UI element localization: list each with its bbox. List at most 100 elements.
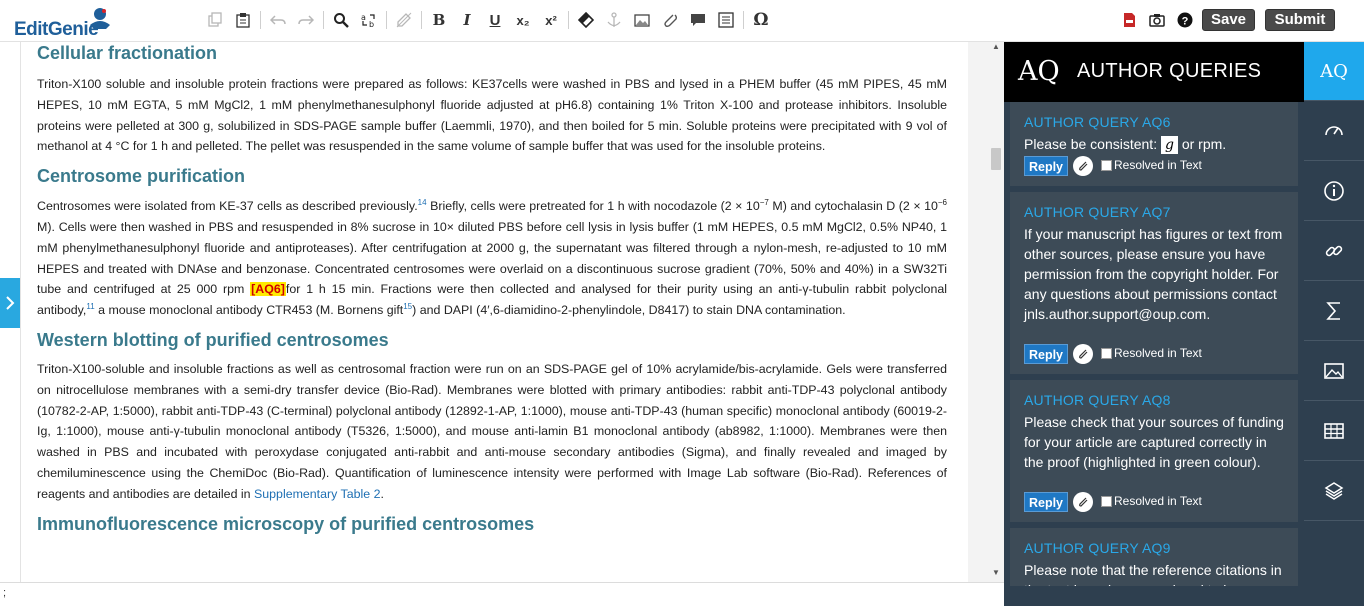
attach-icon[interactable] [1073, 492, 1093, 512]
reference-citation[interactable]: 14 [418, 198, 427, 207]
paragraph[interactable]: Centrosomes were isolated from KE-37 cel… [37, 196, 947, 321]
aq-tab-label: AQ [1320, 60, 1348, 82]
left-panel-toggle[interactable] [0, 278, 20, 328]
text-span: ) and DAPI (4′,6-diamidino-2-phenylindol… [412, 303, 846, 318]
figures-tab[interactable] [1304, 342, 1364, 401]
author-queries-tab[interactable]: AQ [1304, 42, 1364, 101]
insert-image-icon[interactable] [631, 9, 653, 31]
sigma-icon [1326, 302, 1340, 320]
reference-citation[interactable]: 11 [86, 302, 94, 311]
supplementary-table-link[interactable]: Supplementary Table 2 [254, 487, 381, 501]
attach-icon[interactable] [1073, 156, 1093, 176]
document-editor[interactable]: Cellular fractionation Triton-X100 solub… [20, 42, 988, 582]
panel-title: AUTHOR QUERIES [1077, 60, 1262, 82]
scroll-up-icon[interactable]: ▲ [992, 42, 1000, 51]
subscript-button[interactable]: x₂ [512, 9, 534, 31]
query-text: If your manuscript has figures or text f… [1024, 226, 1283, 322]
paste-icon[interactable] [232, 9, 254, 31]
svg-text:?: ? [1182, 16, 1189, 28]
link-icon [1325, 245, 1343, 257]
save-button[interactable]: Save [1202, 9, 1255, 31]
document-content[interactable]: Cellular fractionation Triton-X100 solub… [37, 42, 947, 535]
layers-icon [1324, 482, 1344, 500]
reply-button[interactable]: Reply [1024, 344, 1068, 364]
comment-icon[interactable] [687, 9, 709, 31]
exponent: −6 [937, 198, 947, 208]
special-characters-button[interactable]: Ω [750, 9, 772, 31]
layers-tab[interactable] [1304, 462, 1364, 521]
scrollbar-thumb[interactable] [991, 148, 1001, 170]
redo-icon[interactable] [295, 9, 317, 31]
paragraph[interactable]: Triton-X100 soluble and insoluble protei… [37, 74, 947, 157]
toolbar-divider [260, 11, 261, 29]
author-queries-header: AQ AUTHOR QUERIES [1004, 42, 1304, 102]
svg-text:b: b [369, 20, 374, 28]
dashboard-tab[interactable] [1304, 102, 1364, 161]
attach-icon[interactable] [1073, 344, 1093, 364]
text-span: . [380, 486, 384, 501]
exponent: −7 [759, 198, 769, 208]
bold-button[interactable]: B [428, 9, 450, 31]
query-title: AUTHOR QUERY AQ8 [1024, 392, 1171, 408]
status-text: ; [3, 587, 7, 599]
query-unit-chip: g [1160, 136, 1178, 154]
resolved-label: Resolved in Text [1114, 346, 1202, 360]
reference-citation[interactable]: 15 [403, 302, 412, 311]
query-text: Please check that your sources of fundin… [1024, 414, 1284, 470]
text-span: Centrosomes were isolated from KE-37 cel… [37, 199, 418, 214]
tables-tab[interactable] [1304, 402, 1364, 461]
submit-button[interactable]: Submit [1265, 9, 1335, 31]
info-tab[interactable] [1304, 162, 1364, 221]
pdf-icon[interactable] [1118, 9, 1140, 31]
document-scrollbar[interactable]: ▲ ▼ [988, 42, 1004, 582]
paragraph[interactable]: Triton-X100-soluble and insoluble fracti… [37, 359, 947, 505]
document-panel-icon[interactable] [715, 9, 737, 31]
query-title: AUTHOR QUERY AQ6 [1024, 114, 1171, 130]
scroll-down-icon[interactable]: ▼ [992, 568, 1000, 577]
query-text: Please note that the reference citations… [1024, 562, 1282, 586]
toolbar-divider [386, 11, 387, 29]
find-replace-icon[interactable]: ab [358, 9, 380, 31]
text-span: Triton-X100-soluble and insoluble fracti… [37, 361, 947, 501]
superscript-button[interactable]: x² [540, 9, 562, 31]
clear-format-icon[interactable] [575, 9, 597, 31]
side-tool-bar: AQ [1304, 42, 1364, 606]
resolved-checkbox[interactable]: Resolved in Text [1101, 494, 1202, 508]
search-icon[interactable] [330, 9, 352, 31]
section-heading: Western blotting of purified centrosomes [37, 329, 389, 350]
author-queries-panel: AQ AUTHOR QUERIES AUTHOR QUERY AQ6 Pleas… [1004, 42, 1304, 606]
text-span: or rpm. [1177, 136, 1227, 152]
equations-tab[interactable] [1304, 282, 1364, 341]
checkbox[interactable] [1101, 159, 1112, 171]
text-span: Please be consistent: [1024, 136, 1161, 152]
italic-button[interactable]: I [456, 9, 478, 31]
track-changes-icon[interactable] [393, 9, 415, 31]
undo-icon[interactable] [267, 9, 289, 31]
text-span: Briefly, cells were pretreated for 1 h w… [426, 199, 760, 214]
status-bar: ; [0, 582, 1004, 606]
query-card: AUTHOR QUERY AQ9 Please note that the re… [1010, 528, 1298, 586]
query-list[interactable]: AUTHOR QUERY AQ6 Please be consistent: g… [1004, 102, 1304, 586]
help-icon[interactable]: ? [1174, 9, 1196, 31]
reply-button[interactable]: Reply [1024, 492, 1068, 512]
resolved-label: Resolved in Text [1114, 494, 1202, 508]
underline-button[interactable]: U [484, 9, 506, 31]
resolved-checkbox[interactable]: Resolved in Text [1101, 158, 1202, 172]
query-title: AUTHOR QUERY AQ9 [1024, 540, 1171, 556]
anchor-icon[interactable] [603, 9, 625, 31]
copy-icon[interactable] [204, 9, 226, 31]
link-icon[interactable] [659, 9, 681, 31]
genie-lamp-icon [90, 8, 110, 29]
resolved-checkbox[interactable]: Resolved in Text [1101, 346, 1202, 360]
links-tab[interactable] [1304, 222, 1364, 281]
camera-icon[interactable] [1146, 9, 1168, 31]
checkbox[interactable] [1101, 347, 1112, 359]
top-toolbar: EditGenie ab B I U x₂ x² Ω ? Save Submit [0, 0, 1364, 42]
checkbox[interactable] [1101, 495, 1112, 507]
toolbar-divider [568, 11, 569, 29]
editgenie-logo: EditGenie [14, 7, 114, 40]
section-heading: Cellular fractionation [37, 43, 218, 63]
author-query-marker[interactable]: [AQ6] [250, 282, 286, 297]
image-icon [1324, 363, 1344, 379]
reply-button[interactable]: Reply [1024, 156, 1068, 176]
